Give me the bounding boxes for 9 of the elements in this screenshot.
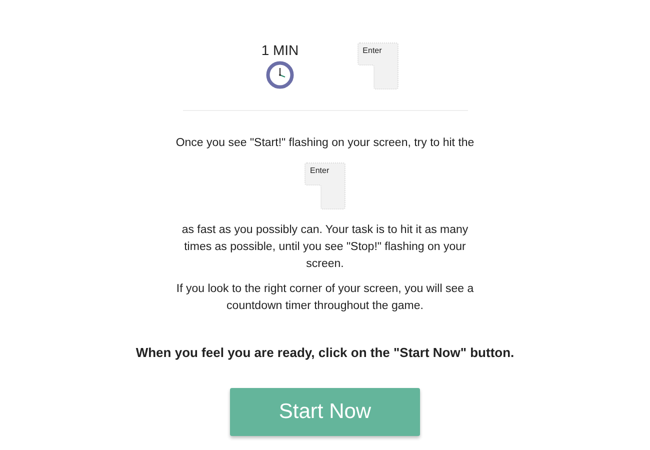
enter-key: Enter bbox=[304, 162, 346, 210]
clock-icon bbox=[266, 61, 294, 89]
start-now-button[interactable]: Start Now bbox=[230, 388, 420, 436]
instruction-text: Once you see "Start!" flashing on your screen, try to hit the bbox=[174, 136, 476, 151]
instruction-text: as fast as you possibly can. Your task is to hit it as many times as possible, until you see "Stop!" flashing on your screen. bbox=[180, 223, 470, 272]
timer-label: 1 MIN bbox=[261, 42, 299, 58]
prompt-text: When you feel you are ready, click on the "Start Now" button. bbox=[136, 345, 514, 360]
instruction-text: If you look to the right corner of your screen, you will see a countdown timer throughout the game. bbox=[175, 282, 475, 314]
enter-key: Enter bbox=[356, 42, 399, 90]
